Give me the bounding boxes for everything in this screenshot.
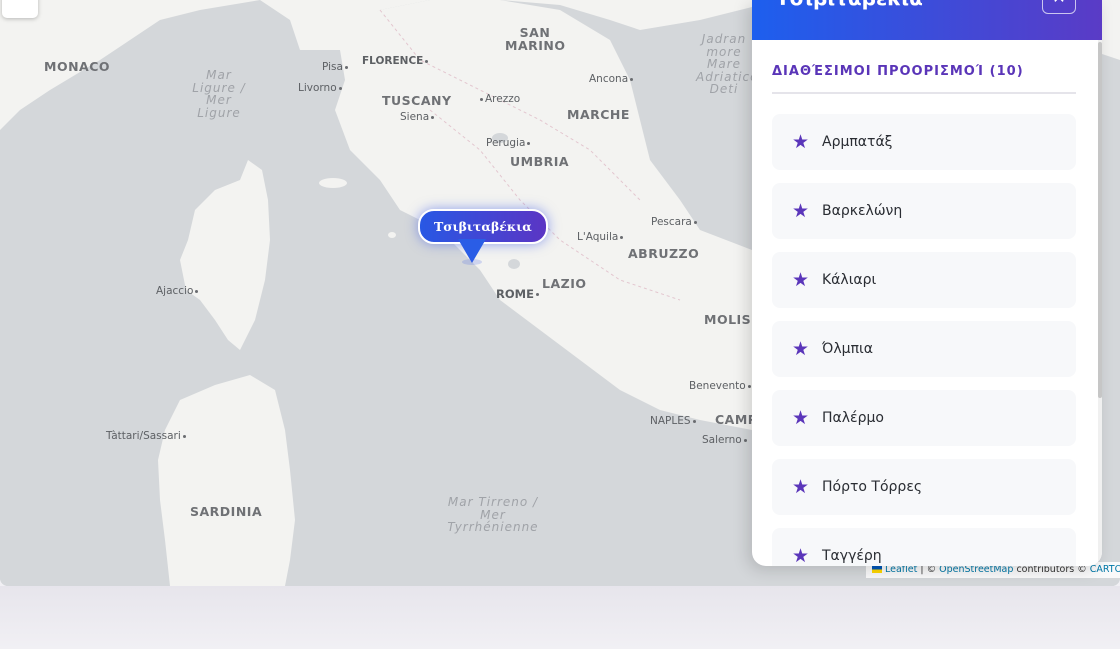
destination-item[interactable]: ★ Πόρτο Τόρρες	[772, 459, 1076, 515]
close-button[interactable]: ✕	[1042, 0, 1076, 14]
destinations-heading: ΔΙΑΘΈΣΙΜΟΙ ΠΡΟΟΡΙΣΜΟΊ (10)	[772, 64, 1024, 79]
region-label-tuscany: TUSCANY	[382, 93, 452, 108]
star-icon: ★	[792, 131, 810, 153]
region-label-lazio: LAZIO	[542, 276, 587, 291]
destination-label: Κάλιαρι	[822, 272, 877, 288]
region-label-abruzzo: ABRUZZO	[628, 246, 700, 261]
destination-item[interactable]: ★ Βαρκελώνη	[772, 183, 1076, 239]
sea-label-adriatico: Jadran more Mare Adriatico Deti	[696, 32, 759, 96]
city-label-siena: Siena	[400, 111, 436, 123]
destination-list: ★ Αρμπατάξ ★ Βαρκελώνη ★ Κάλιαρι ★ Όλμπια ★ Π…	[772, 114, 1076, 566]
star-icon: ★	[792, 545, 810, 566]
destination-label: Αρμπατάξ	[822, 134, 893, 150]
region-label-umbria: UMBRIA	[510, 154, 570, 169]
city-label-florence: FLORENCE	[362, 55, 430, 67]
sea-label-ligure: Mar Ligure / Mer Ligure	[192, 68, 246, 120]
region-label-sardinia: SARDINIA	[190, 504, 263, 519]
city-label-rome: ROME	[496, 287, 541, 301]
city-label-laquila: L'Aquila	[577, 231, 625, 243]
city-label-benevento: Benevento	[689, 380, 753, 392]
star-icon: ★	[792, 476, 810, 498]
destination-label: Ταγγέρη	[822, 548, 882, 564]
location-marker[interactable]: Τσιβιταβέκια	[418, 209, 548, 265]
divider	[772, 92, 1076, 94]
city-label-naples: NAPLES	[650, 415, 698, 427]
destination-label: Βαρκελώνη	[822, 203, 903, 219]
destination-label: Πόρτο Τόρρες	[822, 479, 923, 495]
city-label-pisa: Pisa	[322, 61, 350, 73]
city-label-arezzo: Arezzo	[478, 93, 520, 105]
destination-label: Όλμπια	[822, 341, 873, 357]
destination-item[interactable]: ★ Αρμπατάξ	[772, 114, 1076, 170]
destination-item[interactable]: ★ Ταγγέρη	[772, 528, 1076, 566]
zoom-control[interactable]	[2, 0, 38, 18]
star-icon: ★	[792, 338, 810, 360]
region-label-monaco: MONACO	[44, 59, 111, 74]
city-label-salerno: Salerno	[702, 434, 749, 446]
city-label-perugia: Perugia	[486, 137, 532, 149]
sea-label-tirreno: Mar Tirreno / Mer Tyrrhénienne	[447, 495, 539, 534]
destination-item[interactable]: ★ Παλέρμο	[772, 390, 1076, 446]
destinations-panel: Τσιβιταβέκια ✕ ΔΙΑΘΈΣΙΜΟΙ ΠΡΟΟΡΙΣΜΟΊ (10…	[752, 0, 1102, 566]
city-label-tattari: Tàttari/Sassari	[106, 430, 188, 442]
ukraine-flag-icon	[872, 566, 882, 573]
close-icon: ✕	[1052, 0, 1065, 7]
marker-shadow	[462, 259, 482, 265]
star-icon: ★	[792, 269, 810, 291]
panel-title: Τσιβιταβέκια	[776, 0, 923, 10]
region-label-san-marino: SAN MARINO	[505, 25, 566, 53]
city-label-ancona: Ancona	[589, 73, 635, 85]
city-label-livorno: Livorno	[298, 82, 344, 94]
region-label-marche: MARCHE	[567, 107, 630, 122]
panel-header: Τσιβιταβέκια ✕	[752, 0, 1102, 40]
city-label-ajaccio: Ajaccio	[156, 285, 200, 297]
city-label-pescara: Pescara	[651, 216, 699, 228]
star-icon: ★	[792, 200, 810, 222]
scrollbar-thumb[interactable]	[1098, 42, 1102, 398]
destination-item[interactable]: ★ Κάλιαρι	[772, 252, 1076, 308]
destination-item[interactable]: ★ Όλμπια	[772, 321, 1076, 377]
destination-label: Παλέρμο	[822, 410, 884, 426]
panel-body[interactable]: ΔΙΑΘΈΣΙΜΟΙ ΠΡΟΟΡΙΣΜΟΊ (10) ★ Αρμπατάξ ★ Βα…	[752, 40, 1098, 566]
page-background	[0, 586, 1120, 649]
star-icon: ★	[792, 407, 810, 429]
